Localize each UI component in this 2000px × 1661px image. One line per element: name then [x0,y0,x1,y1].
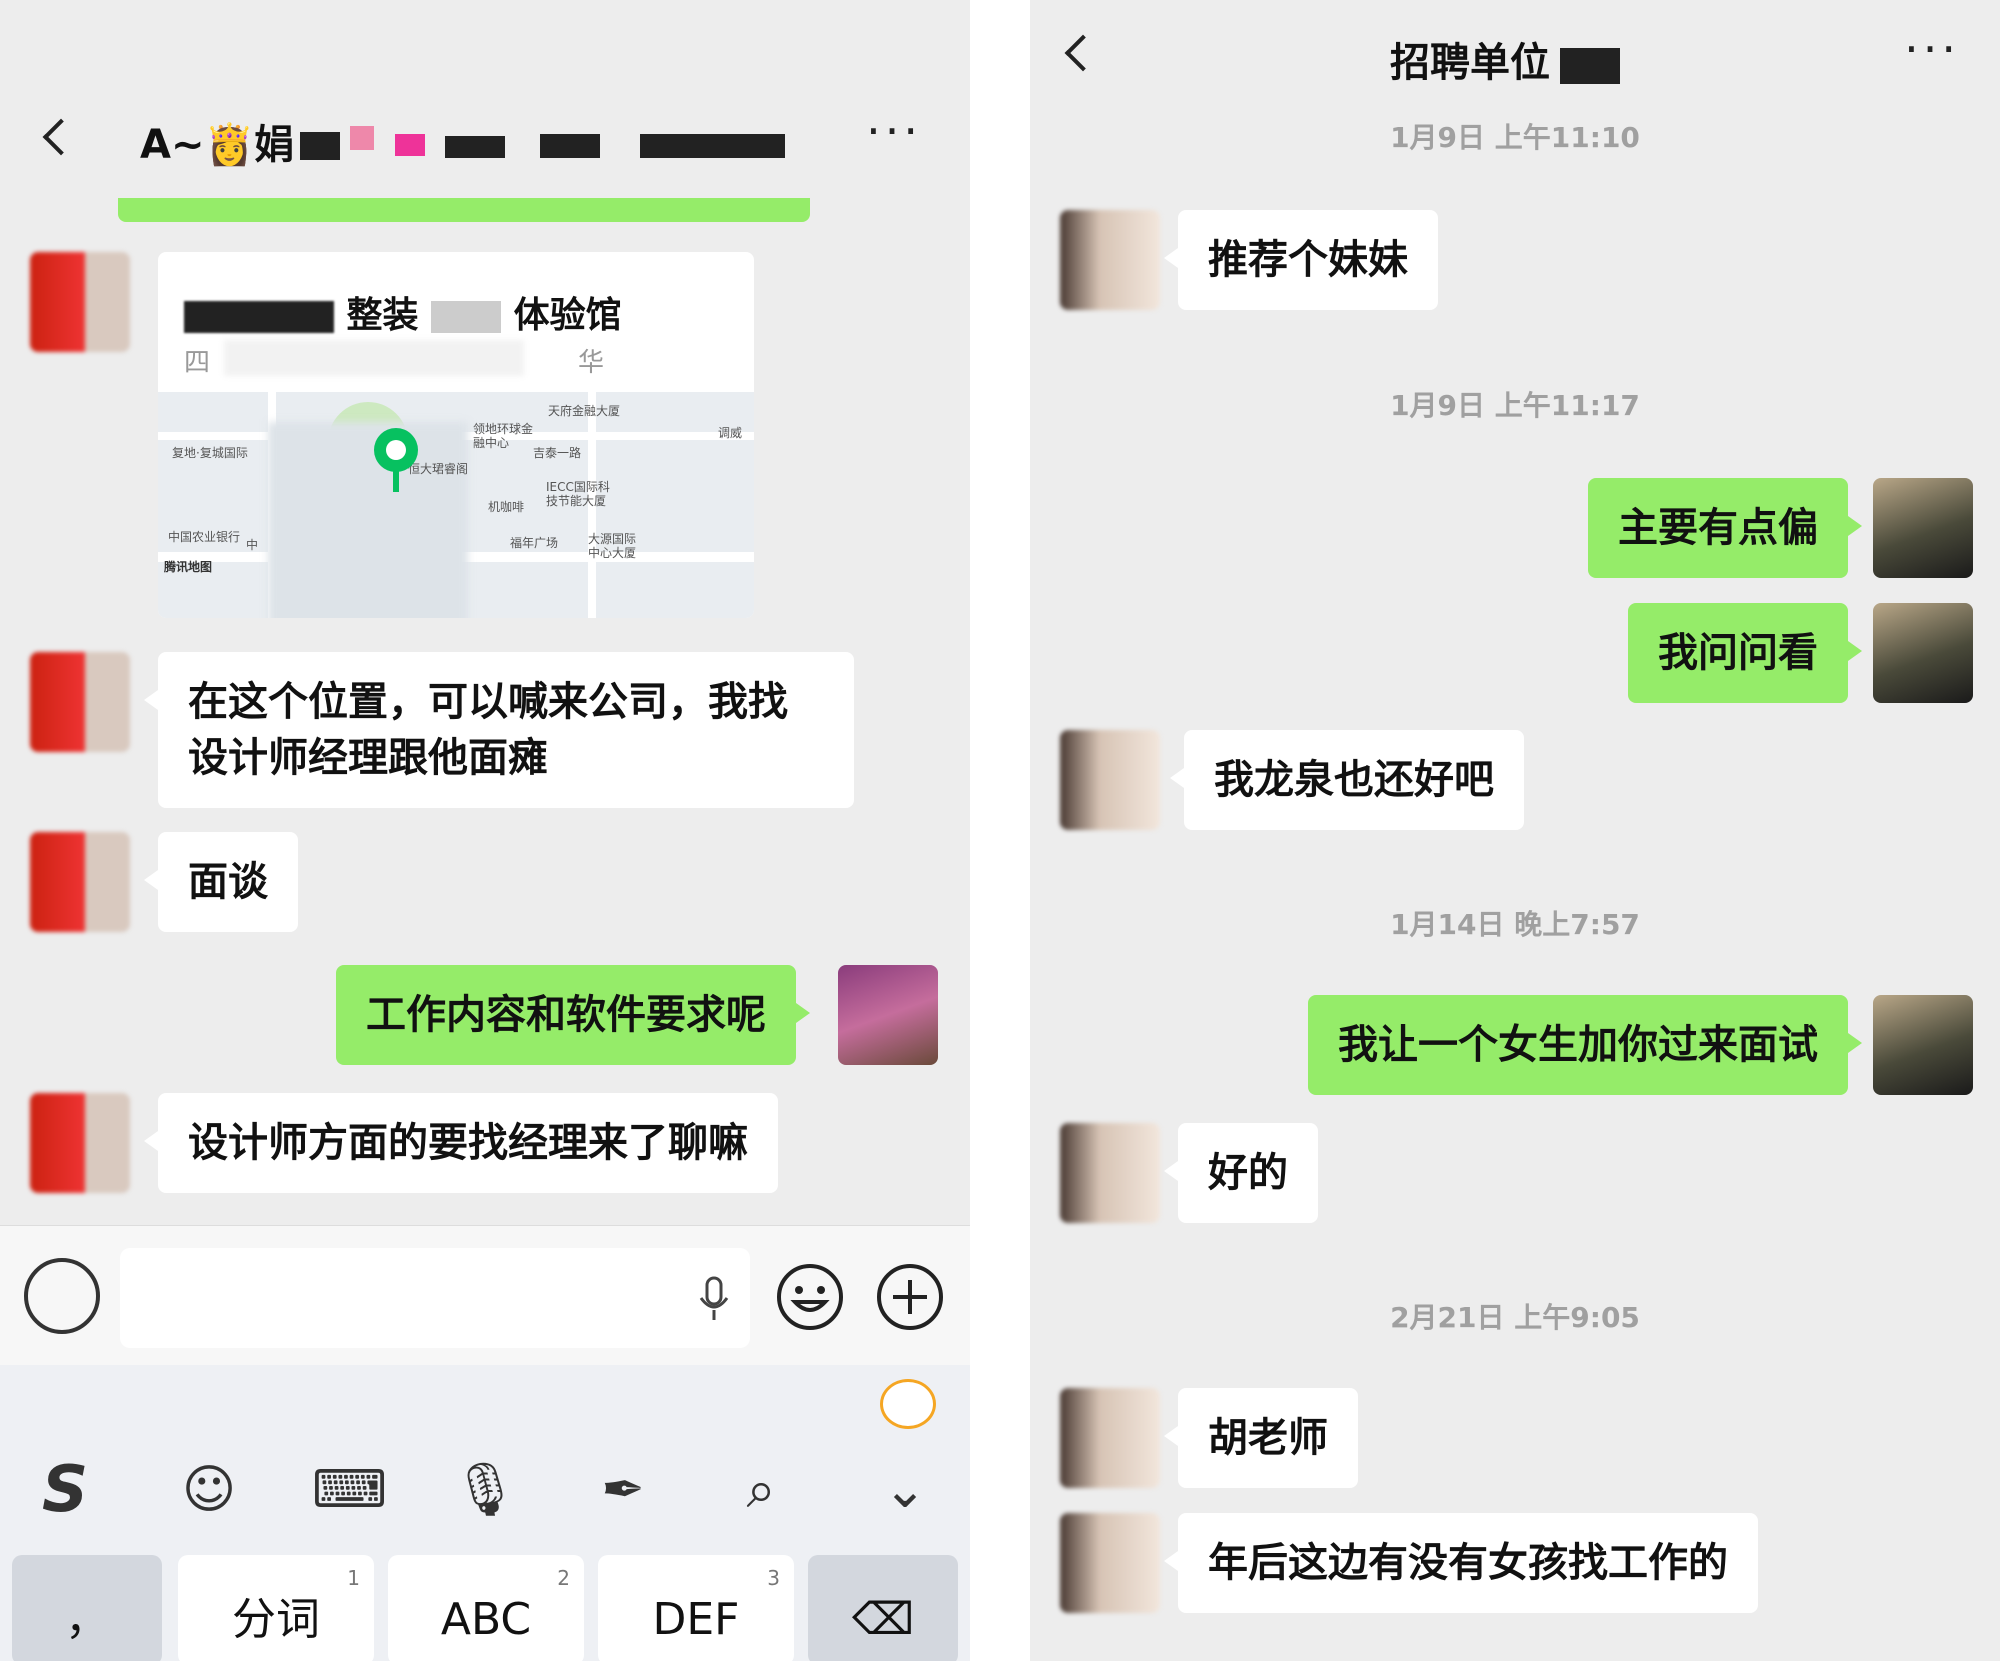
previous-bubble-edge [118,198,810,222]
message-bubble[interactable]: 在这个位置，可以喊来公司，我找设计师经理跟他面瘫 [144,652,854,808]
mic-icon[interactable]: 🎙 [450,1455,520,1525]
timestamp: 2月21日 上午9:05 [1390,1301,1640,1334]
my-avatar[interactable] [1873,995,1973,1095]
contact-avatar[interactable] [30,252,130,352]
message-bubble[interactable]: 设计师方面的要找经理来了聊嘛 [144,1093,778,1193]
redaction-block [224,340,524,376]
my-avatar[interactable] [838,965,938,1065]
contact-name: A~👸娟 [140,122,295,168]
contact-avatar[interactable] [1060,730,1160,830]
backspace-icon: ⌫ [851,1594,915,1645]
location-pin-icon [374,428,418,492]
chat-title: 招聘单位 [1390,40,1550,86]
back-arrow-icon[interactable] [1064,34,1102,72]
emoji-icon[interactable]: ☺ [174,1455,244,1525]
location-title: 整装 体验馆 [184,286,622,338]
redaction-block [1560,48,1620,84]
map-label: 大源国际中心大厦 [588,532,637,560]
key-label: 分词 [232,1594,320,1645]
key-label: ABC [440,1594,532,1645]
sogou-logo-icon[interactable]: S [30,1455,100,1525]
message-bubble[interactable]: 我让一个女生加你过来面试 [1308,995,1862,1095]
message-bubble[interactable]: 胡老师 [1164,1388,1358,1488]
contact-avatar[interactable] [30,832,130,932]
message-bubble[interactable]: 面谈 [144,832,298,932]
location-address-part: 华 [578,348,605,378]
timestamp: 1月14日 晚上7:57 [1390,908,1640,941]
contact-avatar[interactable] [30,1093,130,1193]
map-source-label: 腾讯地图 [164,560,213,574]
redaction-block [540,134,600,158]
more-options-icon[interactable]: ··· [1904,26,1960,72]
emoji-icon[interactable] [775,1262,845,1332]
message-bubble[interactable]: 我问问看 [1628,603,1862,703]
message-bubble[interactable]: 工作内容和软件要求呢 [336,965,810,1065]
contact-avatar[interactable] [1060,1513,1160,1613]
redaction-block [350,126,374,150]
map-label: 天府金融大厦 [548,404,621,418]
my-avatar[interactable] [1873,478,1973,578]
chat-header: 招聘单位 ··· [1030,10,2000,100]
pen-icon[interactable]: ✒ [588,1455,658,1525]
map-label: 机咖啡 [488,500,525,514]
key-label: DEF [652,1594,740,1645]
voice-toggle-icon[interactable] [24,1258,100,1334]
key-label: ， [65,1594,109,1645]
contact-avatar[interactable] [1060,210,1160,310]
key-number: 1 [347,1566,360,1590]
key-comma[interactable]: ， [12,1555,162,1661]
map-label: 中国农业银行 [168,530,241,544]
key-number: 3 [767,1566,780,1590]
mic-icon[interactable] [698,1276,730,1322]
redaction-block [640,134,785,158]
map-label: 福年广场 [510,536,559,550]
map-label: IECC国际科技节能大厦 [546,480,610,508]
contact-avatar[interactable] [1060,1123,1160,1223]
left-chat-screen: A~👸娟 ··· 整装 体验馆 四 华 天府金融大厦 领地环球金融中心 调威 复… [0,0,970,1661]
plus-icon[interactable] [875,1262,945,1332]
map-label: 调威 [718,426,743,440]
timestamp: 1月9日 上午11:17 [1390,389,1640,422]
right-chat-screen: 招聘单位 ··· 1月9日 上午11:10 推荐个妹妹 1月9日 上午11:17… [1030,0,2000,1661]
mascot-icon[interactable] [880,1379,936,1429]
location-card[interactable]: 整装 体验馆 四 华 天府金融大厦 领地环球金融中心 调威 复地·复城国际 吉泰… [158,252,754,618]
backspace-key[interactable]: ⌫ [808,1555,958,1661]
map-label: 吉泰一路 [533,446,582,460]
input-bar [0,1225,970,1365]
key-def[interactable]: 3 DEF [598,1555,794,1661]
redaction-block [184,301,334,333]
redaction-block [300,132,340,160]
map-label: 复地·复城国际 [172,446,248,460]
key-fenci[interactable]: 1 分词 [178,1555,374,1661]
message-bubble[interactable]: 推荐个妹妹 [1164,210,1438,310]
redaction-block [395,134,425,156]
contact-avatar[interactable] [30,652,130,752]
message-bubble[interactable]: 年后这边有没有女孩找工作的 [1164,1513,1758,1613]
contact-avatar[interactable] [1060,1388,1160,1488]
message-bubble[interactable]: 主要有点偏 [1588,478,1862,578]
more-options-icon[interactable]: ··· [866,108,922,154]
key-abc[interactable]: 2 ABC [388,1555,584,1661]
message-bubble[interactable]: 我龙泉也还好吧 [1170,730,1524,830]
map-label: 中 [246,538,259,552]
search-icon[interactable]: ⌕ [726,1455,796,1525]
back-arrow-icon[interactable] [42,118,80,156]
chevron-down-icon[interactable]: ⌄ [870,1455,940,1525]
ime-keyboard: S ☺ ⌨ 🎙 ✒ ⌕ ⌄ ， 1 分词 2 ABC 3 DEF ⌫ [0,1365,970,1661]
timestamp: 1月9日 上午11:10 [1390,121,1640,154]
message-input[interactable] [120,1248,750,1348]
key-number: 2 [557,1566,570,1590]
redaction-block [445,136,505,158]
map-preview[interactable]: 天府金融大厦 领地环球金融中心 调威 复地·复城国际 吉泰一路 恒大珺睿阁 IE… [158,392,754,618]
status-bar [0,0,970,70]
location-address: 四 [184,348,211,378]
message-bubble[interactable]: 好的 [1164,1123,1318,1223]
redaction-block [431,301,502,333]
chat-header: A~👸娟 ··· [0,90,970,180]
my-avatar[interactable] [1873,603,1973,703]
